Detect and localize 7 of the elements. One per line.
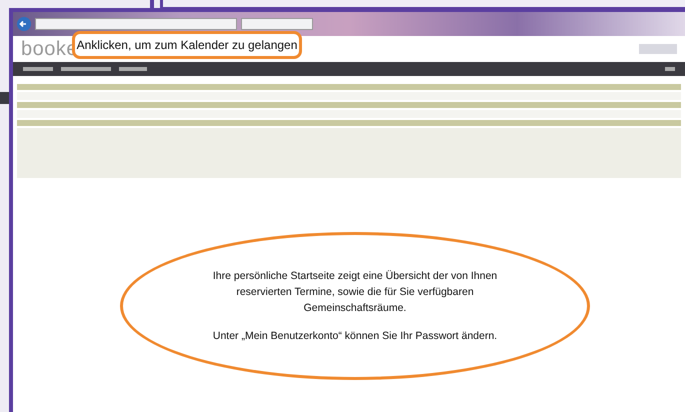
callout-text: Unter „Mein Benutzerkonto“ können Sie Ihr Passwort ändern. [212, 329, 498, 344]
callout: Anklicken, um zum Kalender zu gelangen [72, 31, 302, 59]
search-field[interactable] [241, 18, 313, 30]
address-field[interactable] [35, 18, 237, 30]
callout-text: Ihre persönliche Startseite zeigt eine Übersicht der von Ihnen reservierten Termine, sowie die für Sie verfügbaren Gemeinschaftsräume. [212, 269, 498, 316]
blurred-text [639, 44, 677, 54]
back-icon [17, 17, 31, 31]
